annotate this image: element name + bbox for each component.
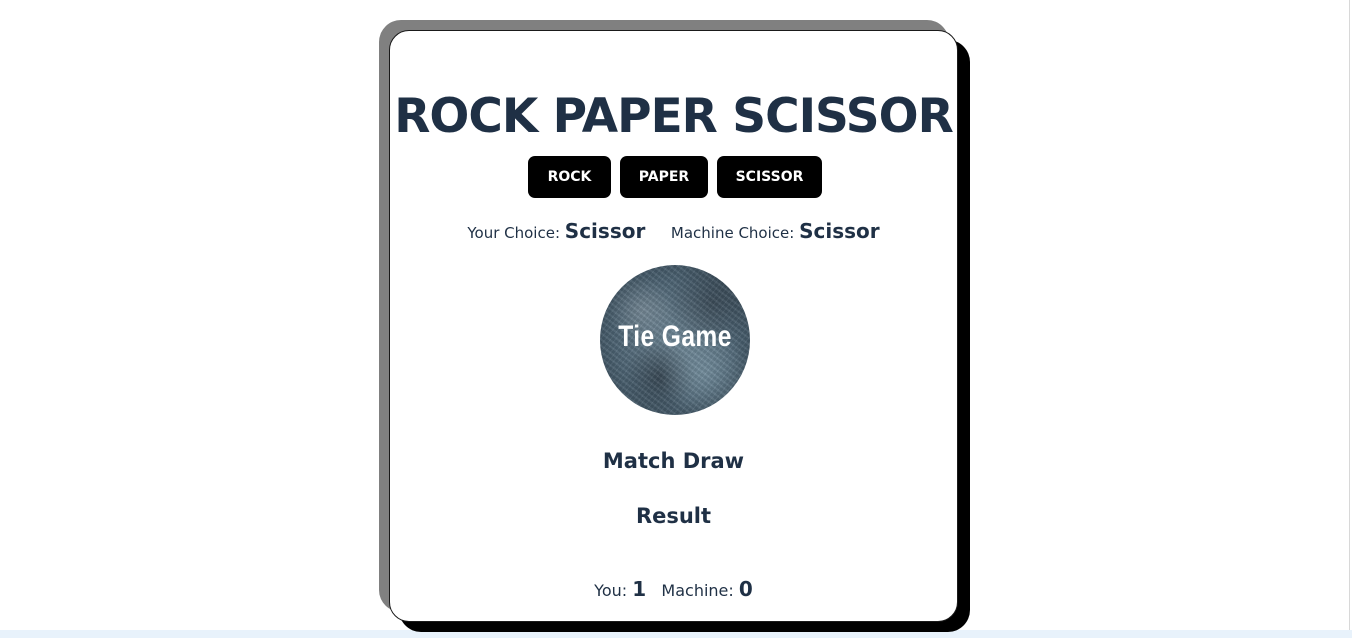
- score-line: You: 1 Machine: 0: [390, 577, 957, 601]
- machine-score-label: Machine:: [661, 581, 734, 600]
- scrollbar-edge: [1349, 0, 1350, 630]
- result-heading: Result: [635, 504, 712, 528]
- game-card: ROCK PAPER SCISSOR ROCK PAPER SCISSOR Yo…: [389, 30, 958, 622]
- result-image-text: Tie Game: [618, 320, 732, 353]
- choices-line: Your Choice: Scissor Machine Choice: Sci…: [390, 219, 957, 243]
- your-choice-label: Your Choice:: [467, 224, 561, 242]
- machine-choice-value: Scissor: [799, 219, 880, 243]
- result-image: Tie Game: [600, 265, 750, 415]
- page: ROCK PAPER SCISSOR ROCK PAPER SCISSOR Yo…: [0, 0, 1352, 638]
- machine-score-value: 0: [738, 577, 753, 601]
- your-choice-value: Scissor: [564, 219, 646, 243]
- scissor-button[interactable]: SCISSOR: [717, 156, 822, 198]
- you-score-label: You:: [594, 581, 628, 600]
- game-title: ROCK PAPER SCISSOR: [394, 89, 954, 144]
- match-status: Match Draw: [602, 449, 745, 473]
- machine-choice-label: Machine Choice:: [670, 224, 795, 242]
- paper-button[interactable]: PAPER: [620, 156, 708, 198]
- rock-button[interactable]: ROCK: [528, 156, 611, 198]
- choice-buttons: ROCK PAPER SCISSOR: [390, 156, 957, 198]
- you-score-value: 1: [632, 577, 647, 601]
